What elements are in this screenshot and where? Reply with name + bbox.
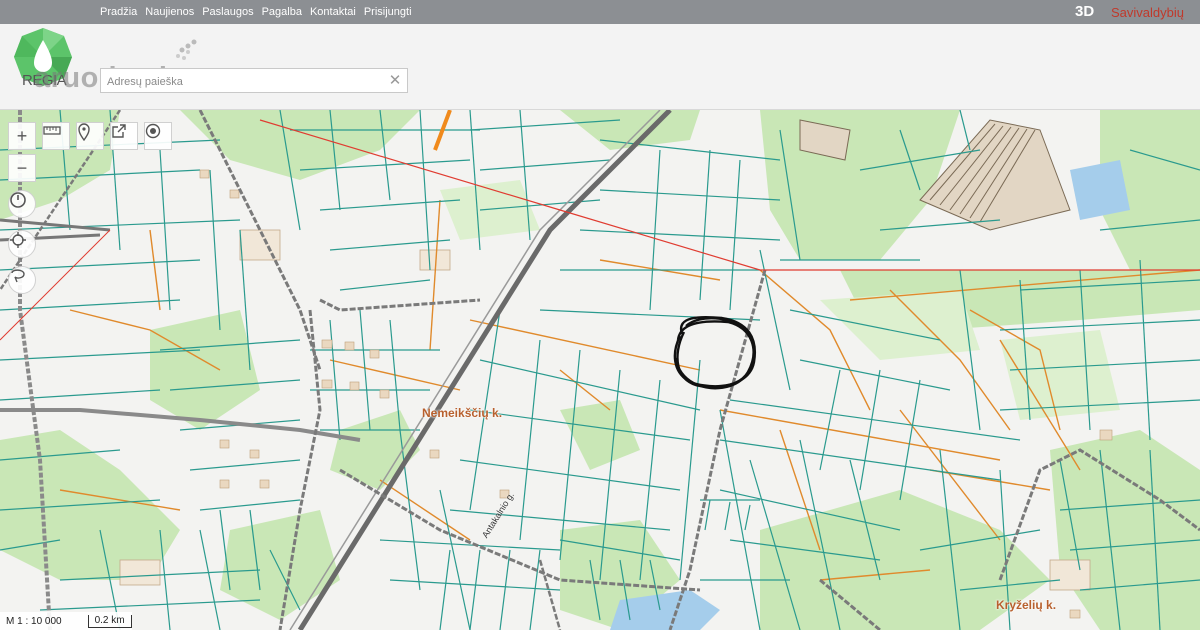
scale-ratio: M 1 : 10 000 xyxy=(6,615,62,627)
zoom-in-icon[interactable]: + xyxy=(8,122,36,150)
3d-toggle-button[interactable]: 3D xyxy=(1075,0,1094,24)
map-scale: M 1 : 10 000 0.2 km xyxy=(0,612,132,630)
lasso-icon[interactable] xyxy=(8,266,36,294)
top-navigation-bar: Pradžia Naujienos Paslaugos Pagalba Kont… xyxy=(0,0,1200,24)
watermark-dots-icon xyxy=(176,39,197,60)
village-label: Kryželių k. xyxy=(996,598,1057,612)
zoom-out-icon[interactable]: − xyxy=(8,154,36,182)
main-nav: Pradžia Naujienos Paslaugos Pagalba Kont… xyxy=(100,0,412,24)
municipalities-link[interactable]: Savivaldybių xyxy=(1111,0,1184,24)
marker-icon[interactable] xyxy=(76,122,104,150)
nav-news[interactable]: Naujienos xyxy=(145,0,194,24)
nav-home[interactable]: Pradžia xyxy=(100,0,137,24)
header: REGIA aruodas.lt ✕ xyxy=(0,24,1200,110)
nav-contacts[interactable]: Kontaktai xyxy=(310,0,356,24)
history-icon[interactable] xyxy=(8,190,36,218)
cadastral-map[interactable]: Nemeikščių k. Kryželių k. Antakalnio g. … xyxy=(0,110,1200,630)
share-icon[interactable] xyxy=(110,122,138,150)
target-icon[interactable] xyxy=(144,122,172,150)
locate-icon[interactable] xyxy=(8,230,36,258)
address-search-input[interactable] xyxy=(105,71,389,92)
measure-icon[interactable] xyxy=(42,122,70,150)
nav-services[interactable]: Paslaugos xyxy=(202,0,253,24)
close-icon[interactable]: ✕ xyxy=(387,71,403,91)
scale-bar: 0.2 km xyxy=(87,614,132,628)
village-label: Nemeikščių k. xyxy=(422,406,503,420)
map-canvas[interactable] xyxy=(0,110,1200,630)
nav-login[interactable]: Prisijungti xyxy=(364,0,412,24)
nav-help[interactable]: Pagalba xyxy=(262,0,302,24)
address-search: ✕ xyxy=(100,68,408,93)
